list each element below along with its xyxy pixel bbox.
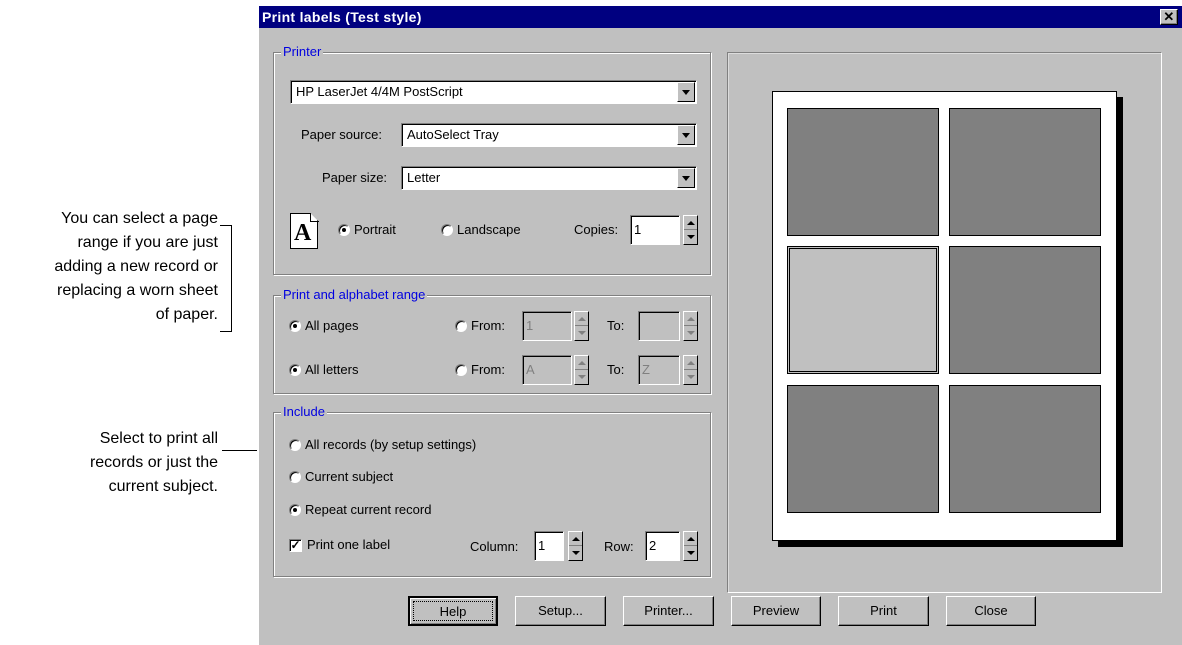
help-button[interactable]: Help [408, 596, 498, 626]
landscape-radio[interactable] [441, 224, 453, 236]
chevron-down-icon[interactable] [677, 82, 695, 102]
to-pages-label: To: [607, 318, 625, 333]
all-records-radio[interactable] [289, 439, 301, 451]
column-stepper[interactable] [568, 531, 583, 561]
from-pages-radio[interactable] [455, 320, 467, 332]
copies-label: Copies: [574, 222, 619, 237]
to-page-input[interactable] [638, 311, 680, 341]
printer-button[interactable]: Printer... [623, 596, 714, 626]
row-label: Row: [604, 539, 634, 554]
help-button-label: Help [439, 604, 467, 619]
preview-button[interactable]: Preview [731, 596, 821, 626]
paper-size-select[interactable]: Letter [401, 166, 697, 190]
to-letter-input[interactable]: Z [638, 355, 680, 385]
all-records-label[interactable]: All records (by setup settings) [305, 437, 476, 453]
paper-source-select[interactable]: AutoSelect Tray [401, 123, 697, 147]
print-range-group: Print and alphabet range All pages From:… [273, 287, 711, 394]
portrait-radio[interactable] [338, 224, 350, 236]
column-input[interactable]: 1 [534, 531, 564, 561]
current-subject-label[interactable]: Current subject [305, 469, 393, 485]
from-letter-input[interactable]: A [522, 355, 572, 385]
from-page-stepper[interactable] [574, 311, 589, 341]
chevron-down-icon[interactable] [677, 125, 695, 145]
from-letters-label[interactable]: From: [471, 362, 505, 378]
close-window-button[interactable]: ✕ [1160, 9, 1178, 25]
close-button-label: Close [974, 603, 1008, 618]
setup-button[interactable]: Setup... [515, 596, 606, 626]
label-slot [787, 385, 939, 513]
preview-button-label: Preview [752, 603, 800, 618]
page-corner-fold [310, 213, 319, 222]
row-input[interactable]: 2 [645, 531, 680, 561]
close-button[interactable]: Close [946, 596, 1036, 626]
check-icon: ✓ [290, 538, 301, 552]
repeat-record-label[interactable]: Repeat current record [305, 502, 431, 518]
page-letter-glyph: A [294, 220, 312, 246]
column-label: Column: [470, 539, 519, 554]
repeat-record-radio[interactable] [289, 504, 301, 516]
print-one-label-label[interactable]: Print one label [307, 537, 390, 553]
printer-select[interactable]: HP LaserJet 4/4M PostScript [290, 80, 697, 104]
page-range-note: You can select a page range if you are j… [54, 210, 218, 323]
from-letters-radio[interactable] [455, 364, 467, 376]
current-subject-radio[interactable] [289, 471, 301, 483]
printer-group-legend: Printer [281, 44, 324, 60]
from-pages-label[interactable]: From: [471, 318, 505, 334]
printer-button-label: Printer... [644, 603, 693, 618]
all-letters-label[interactable]: All letters [305, 362, 358, 378]
paper-size-value: Letter [407, 170, 441, 185]
paper-source-label: Paper source: [301, 127, 382, 142]
include-group-legend: Include [281, 404, 327, 420]
print-one-label-checkbox[interactable]: ✓ [289, 539, 302, 552]
all-letters-radio[interactable] [289, 364, 301, 376]
from-letter-stepper[interactable] [574, 355, 589, 385]
copies-stepper[interactable] [683, 215, 698, 245]
portrait-label[interactable]: Portrait [354, 222, 396, 238]
label-slot [949, 246, 1101, 374]
print-button[interactable]: Print [838, 596, 929, 626]
label-slot [949, 108, 1101, 236]
print-range-group-legend: Print and alphabet range [281, 287, 428, 303]
label-slot-selected [787, 246, 939, 374]
printer-select-value: HP LaserJet 4/4M PostScript [296, 84, 463, 99]
setup-button-label: Setup... [538, 603, 583, 618]
all-pages-radio[interactable] [289, 320, 301, 332]
all-pages-label[interactable]: All pages [305, 318, 358, 334]
landscape-label[interactable]: Landscape [457, 222, 521, 238]
paper-source-value: AutoSelect Tray [407, 127, 499, 142]
page-range-bracket [220, 225, 232, 332]
label-slot [949, 385, 1101, 513]
close-icon: ✕ [1163, 9, 1175, 24]
chevron-down-icon[interactable] [677, 168, 695, 188]
printer-group: Printer HP LaserJet 4/4M PostScript Pape… [273, 44, 711, 275]
include-group: Include All records (by setup settings) … [273, 404, 711, 577]
include-note: Select to print all records or just the … [89, 430, 218, 495]
title-bar: Print labels (Test style) ✕ [259, 6, 1182, 28]
window-title: Print labels (Test style) [262, 9, 422, 25]
print-labels-dialog: Print labels (Test style) ✕ Printer HP L… [257, 4, 1182, 645]
from-page-input[interactable]: 1 [522, 311, 572, 341]
to-letters-label: To: [607, 362, 625, 377]
label-sheet-preview [772, 91, 1117, 541]
to-page-stepper[interactable] [683, 311, 698, 341]
to-letter-stepper[interactable] [683, 355, 698, 385]
copies-input[interactable]: 1 [630, 215, 680, 245]
row-stepper[interactable] [683, 531, 698, 561]
print-button-label: Print [870, 603, 897, 618]
paper-size-label: Paper size: [322, 170, 388, 185]
label-slot [787, 108, 939, 236]
